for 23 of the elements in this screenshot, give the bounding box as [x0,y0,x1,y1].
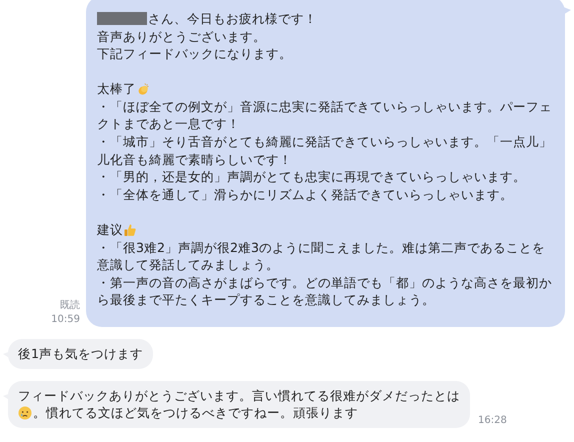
crying-face-icon [18,406,32,420]
message-line: 。慣れてる文ほど気をつけるべきですねー。頑張ります [33,404,358,422]
message-line: ・第一声の音の高さがまばらです。どの単語でも「都」のような高さを最初か [97,274,552,292]
message-line: ・「城市」そり舌音がとても綺麗に発話できていらっしゃいます。「一点儿」 [97,133,552,151]
message-line: クトまであと一息です！ [97,115,240,134]
thumbs-up-icon [123,222,137,237]
message-line: 音声ありがとうございます。 [97,28,266,46]
message-line: 太棒了 [97,80,136,98]
message-line: 下記フィードバックになります。 [97,45,292,63]
message-line: ・「男的，还是女的」声調がとても忠実に再現できていらっしゃいます。 [97,168,526,186]
message-line: ・「ほぼ全ての例文が」音源に忠実に発話できていらっしゃいます。パーフェ [97,98,552,116]
message-line: フィードバックありがとうございます。言い慣れてる很难がダメだったとは [18,386,460,404]
message-line: 意識して発話してみましょう。 [97,256,279,274]
message-line: 建议 [97,220,123,239]
message-time: 16:28 [478,414,507,426]
message-time: 10:59 [51,312,80,327]
read-receipt: 既読 [60,298,80,313]
message-line: 儿化音も綺麗で素晴らしいです！ [97,150,292,168]
message-line: ・「全体を通して」滑らかにリズムよく発話できていらっしゃいます。 [97,186,513,204]
message-line: ・「很3难2」声調が很2难3のように聞こえました。难は第二声であることを [97,238,546,256]
message-line: 後1声も気をつけます [18,344,144,362]
message-line: ら最後まで平たくキープすることを意識してみましょう。 [97,291,435,309]
message-line: さん、今日もお疲れ様です！ [148,10,317,28]
